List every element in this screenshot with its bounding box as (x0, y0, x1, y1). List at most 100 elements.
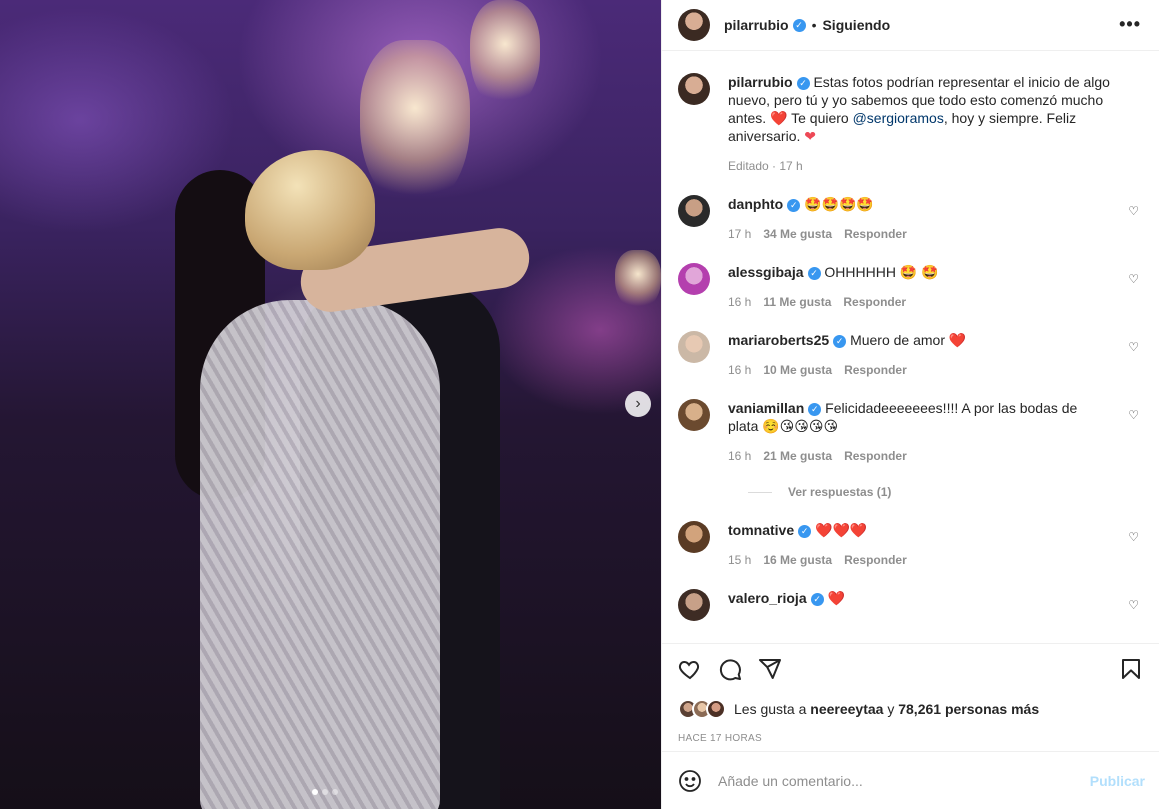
likes-connector: y (887, 701, 895, 717)
comment-text: OHHHHHH 🤩 🤩 (824, 264, 939, 280)
likes-text: Les gusta a neereeytaa y 78,261 personas… (734, 701, 1039, 717)
chandelier-light (360, 40, 470, 210)
comment-username[interactable]: danphto (728, 196, 783, 212)
comment-heart-icon[interactable]: ♡ (1128, 530, 1139, 544)
comment-text: ❤️❤️❤️ (815, 522, 868, 538)
comment-username[interactable]: valero_rioja (728, 590, 807, 606)
caption-body: Te quiero (787, 110, 853, 126)
heart-emoji: ❤️ (770, 110, 788, 126)
comment-likes[interactable]: 34 Me gusta (763, 227, 832, 241)
heart-emoji: ❤ (804, 128, 816, 144)
comment-text: ❤️ (827, 590, 845, 606)
commenter-avatar[interactable] (678, 399, 710, 431)
author-username[interactable]: pilarrubio (724, 17, 789, 33)
caption-meta: Editado · 17 h (728, 159, 803, 173)
emoji-icon[interactable] (678, 769, 702, 793)
verified-icon: ✓ (810, 592, 824, 606)
likes-summary: Les gusta a neereeytaa y 78,261 personas… (662, 693, 1159, 725)
comment-heart-icon[interactable]: ♡ (1128, 272, 1139, 286)
comment-likes[interactable]: 10 Me gusta (763, 363, 832, 377)
bride-dress (200, 300, 440, 809)
commenter-avatar[interactable] (678, 521, 710, 553)
caption-username[interactable]: pilarrubio (728, 74, 793, 90)
commenter-avatar[interactable] (678, 263, 710, 295)
chandelier-light (470, 0, 540, 110)
comment-time[interactable]: 16 h (728, 363, 751, 377)
caption: pilarrubio ✓ Estas fotos podrían represen… (678, 73, 1143, 173)
post-image[interactable]: › (0, 0, 661, 809)
add-comment-bar: Publicar (662, 751, 1159, 809)
carousel-dot (312, 789, 318, 795)
comment-text: Muero de amor ❤️ (850, 332, 967, 348)
publish-button[interactable]: Publicar (1090, 773, 1145, 789)
commenter-avatar[interactable] (678, 331, 710, 363)
comment-item: danphto ✓ 🤩🤩🤩🤩 17 h 34 Me gusta Responder ♡ (678, 195, 1143, 241)
likes-prefix: Les gusta a (734, 701, 807, 717)
comment-item: mariaroberts25 ✓ Muero de amor ❤️ 16 h 10 … (678, 331, 1143, 377)
comment-username[interactable]: alessgibaja (728, 264, 804, 280)
next-image-button[interactable]: › (625, 391, 651, 417)
separator-dot: • (811, 17, 817, 33)
comment-item: vaniamillan ✓ Felicidadeeeeeees!!!! A por… (678, 399, 1143, 463)
verified-icon: ✓ (792, 18, 806, 32)
reply-button[interactable]: Responder (843, 295, 906, 309)
post-header: pilarrubio ✓ • Siguiendo ••• (662, 0, 1159, 51)
like-icon[interactable] (678, 657, 702, 681)
comment-username[interactable]: tomnative (728, 522, 794, 538)
comment-item: alessgibaja ✓ OHHHHHH 🤩 🤩 16 h 11 Me gusta… (678, 263, 1143, 309)
commenter-avatar[interactable] (678, 195, 710, 227)
verified-icon: ✓ (796, 76, 810, 90)
verified-icon: ✓ (833, 334, 847, 348)
comment-likes[interactable]: 11 Me gusta (763, 295, 831, 309)
comment-heart-icon[interactable]: ♡ (1128, 408, 1139, 422)
comment-item: tomnative ✓ ❤️❤️❤️ 15 h 16 Me gusta Respond… (678, 521, 1143, 567)
mention-link[interactable]: @sergioramos (853, 110, 944, 126)
commenter-avatar[interactable] (678, 589, 710, 621)
comment-time[interactable]: 16 h (728, 449, 751, 463)
comment-time[interactable]: 15 h (728, 553, 751, 567)
groom-hair (245, 150, 375, 270)
comment-heart-icon[interactable]: ♡ (1128, 204, 1139, 218)
author-avatar[interactable] (678, 9, 710, 41)
comment-time[interactable]: 16 h (728, 295, 751, 309)
comment-icon[interactable] (718, 657, 742, 681)
comments-list[interactable]: pilarrubio ✓ Estas fotos podrían represen… (662, 51, 1159, 643)
comment-item: valero_rioja ✓ ❤️ ♡ (678, 589, 1143, 621)
carousel-dot (332, 789, 338, 795)
reply-button[interactable]: Responder (844, 363, 907, 377)
comment-heart-icon[interactable]: ♡ (1128, 598, 1139, 612)
post-timestamp[interactable]: HACE 17 HORAS (662, 725, 1159, 751)
verified-icon: ✓ (798, 524, 812, 538)
view-replies-button[interactable]: Ver respuestas (1) (748, 485, 1143, 499)
liker-username[interactable]: neereeytaa (810, 701, 883, 717)
post-sidebar: pilarrubio ✓ • Siguiendo ••• pilarrubio ✓… (661, 0, 1159, 809)
reply-button[interactable]: Responder (844, 227, 907, 241)
likes-count[interactable]: 78,261 personas más (898, 701, 1039, 717)
comment-username[interactable]: vaniamillan (728, 400, 804, 416)
action-bar (662, 643, 1159, 693)
reply-button[interactable]: Responder (844, 449, 907, 463)
divider-line (748, 491, 772, 493)
verified-icon: ✓ (808, 402, 822, 416)
verified-icon: ✓ (787, 198, 801, 212)
comment-time[interactable]: 17 h (728, 227, 751, 241)
carousel-dot (322, 789, 328, 795)
comment-username[interactable]: mariaroberts25 (728, 332, 829, 348)
carousel-dots (312, 789, 338, 795)
author-avatar[interactable] (678, 73, 710, 105)
caption-text: pilarrubio ✓ Estas fotos podrían represen… (728, 73, 1128, 145)
comment-likes[interactable]: 16 Me gusta (763, 553, 832, 567)
reply-button[interactable]: Responder (844, 553, 907, 567)
comment-input[interactable] (718, 772, 1058, 789)
comment-heart-icon[interactable]: ♡ (1128, 340, 1139, 354)
liker-avatar[interactable] (706, 699, 726, 719)
following-button[interactable]: Siguiendo (822, 17, 890, 33)
share-icon[interactable] (758, 657, 782, 681)
comment-text: 🤩🤩🤩🤩 (804, 196, 874, 212)
view-replies-label[interactable]: Ver respuestas (1) (788, 485, 891, 499)
chandelier-light (615, 250, 661, 310)
comment-likes[interactable]: 21 Me gusta (763, 449, 832, 463)
more-options-icon[interactable]: ••• (1119, 14, 1141, 35)
verified-icon: ✓ (807, 266, 821, 280)
save-bookmark-icon[interactable] (1119, 657, 1143, 681)
